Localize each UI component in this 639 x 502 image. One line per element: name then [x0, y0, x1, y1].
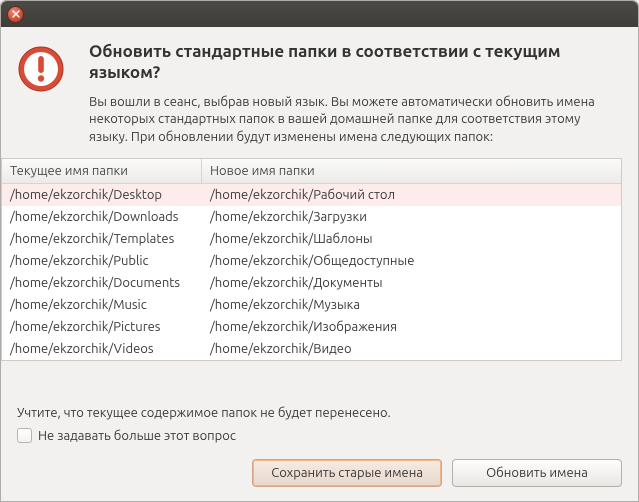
table-header: Текущее имя папки Новое имя папки — [2, 159, 621, 184]
column-current-name[interactable]: Текущее имя папки — [2, 159, 202, 183]
cell-current-name: /home/ekzorchik/Desktop — [2, 184, 202, 206]
cell-current-name: /home/ekzorchik/Music — [2, 294, 202, 316]
table-row[interactable]: /home/ekzorchik/Videos/home/ekzorchik/Ви… — [2, 338, 621, 360]
table-row[interactable]: /home/ekzorchik/Pictures/home/ekzorchik/… — [2, 316, 621, 338]
cell-current-name: /home/ekzorchik/Public — [2, 250, 202, 272]
cell-new-name: /home/ekzorchik/Загрузки — [202, 206, 621, 228]
cell-new-name: /home/ekzorchik/Рабочий стол — [202, 184, 621, 206]
footnote-text: Учтите, что текущее содержимое папок не … — [1, 396, 638, 426]
table-row[interactable]: /home/ekzorchik/Public/home/ekzorchik/Об… — [2, 250, 621, 272]
cell-new-name: /home/ekzorchik/Шаблоны — [202, 228, 621, 250]
main-column: Обновить стандартные папки в соответстви… — [89, 41, 622, 392]
warning-icon — [17, 45, 65, 93]
cell-new-name: /home/ekzorchik/Общедоступные — [202, 250, 621, 272]
cell-current-name: /home/ekzorchik/Templates — [2, 228, 202, 250]
table-row[interactable]: /home/ekzorchik/Templates/home/ekzorchik… — [2, 228, 621, 250]
button-row: Сохранить старые имена Обновить имена — [1, 455, 638, 501]
dialog-description: Вы вошли в сеанс, выбрав новый язык. Вы … — [89, 94, 622, 147]
column-new-name[interactable]: Новое имя папки — [202, 159, 621, 183]
cell-new-name: /home/ekzorchik/Музыка — [202, 294, 621, 316]
keep-old-names-button[interactable]: Сохранить старые имена — [252, 459, 442, 487]
table-row[interactable]: /home/ekzorchik/Music/home/ekzorchik/Муз… — [2, 294, 621, 316]
cell-new-name: /home/ekzorchik/Видео — [202, 338, 621, 360]
folder-rename-table: Текущее имя папки Новое имя папки /home/… — [1, 158, 622, 361]
dialog-window: Обновить стандартные папки в соответстви… — [0, 0, 639, 502]
cell-current-name: /home/ekzorchik/Pictures — [2, 316, 202, 338]
table-row[interactable]: /home/ekzorchik/Documents/home/ekzorchik… — [2, 272, 621, 294]
dont-ask-label: Не задавать больше этот вопрос — [38, 429, 236, 443]
cell-current-name: /home/ekzorchik/Documents — [2, 272, 202, 294]
cell-new-name: /home/ekzorchik/Документы — [202, 272, 621, 294]
cell-new-name: /home/ekzorchik/Изображения — [202, 316, 621, 338]
table-row[interactable]: /home/ekzorchik/Downloads/home/ekzorchik… — [2, 206, 621, 228]
update-names-button[interactable]: Обновить имена — [452, 459, 622, 487]
close-button[interactable] — [7, 6, 24, 23]
content-area: Обновить стандартные папки в соответстви… — [1, 27, 638, 396]
table-row[interactable]: /home/ekzorchik/Desktop/home/ekzorchik/Р… — [2, 184, 621, 206]
dont-ask-checkbox[interactable] — [17, 428, 32, 443]
titlebar — [1, 1, 638, 27]
cell-current-name: /home/ekzorchik/Downloads — [2, 206, 202, 228]
close-icon — [12, 10, 20, 18]
table-body: /home/ekzorchik/Desktop/home/ekzorchik/Р… — [2, 184, 621, 360]
dont-ask-row: Не задавать больше этот вопрос — [1, 426, 638, 455]
cell-current-name: /home/ekzorchik/Videos — [2, 338, 202, 360]
dialog-heading: Обновить стандартные папки в соответстви… — [89, 41, 622, 84]
